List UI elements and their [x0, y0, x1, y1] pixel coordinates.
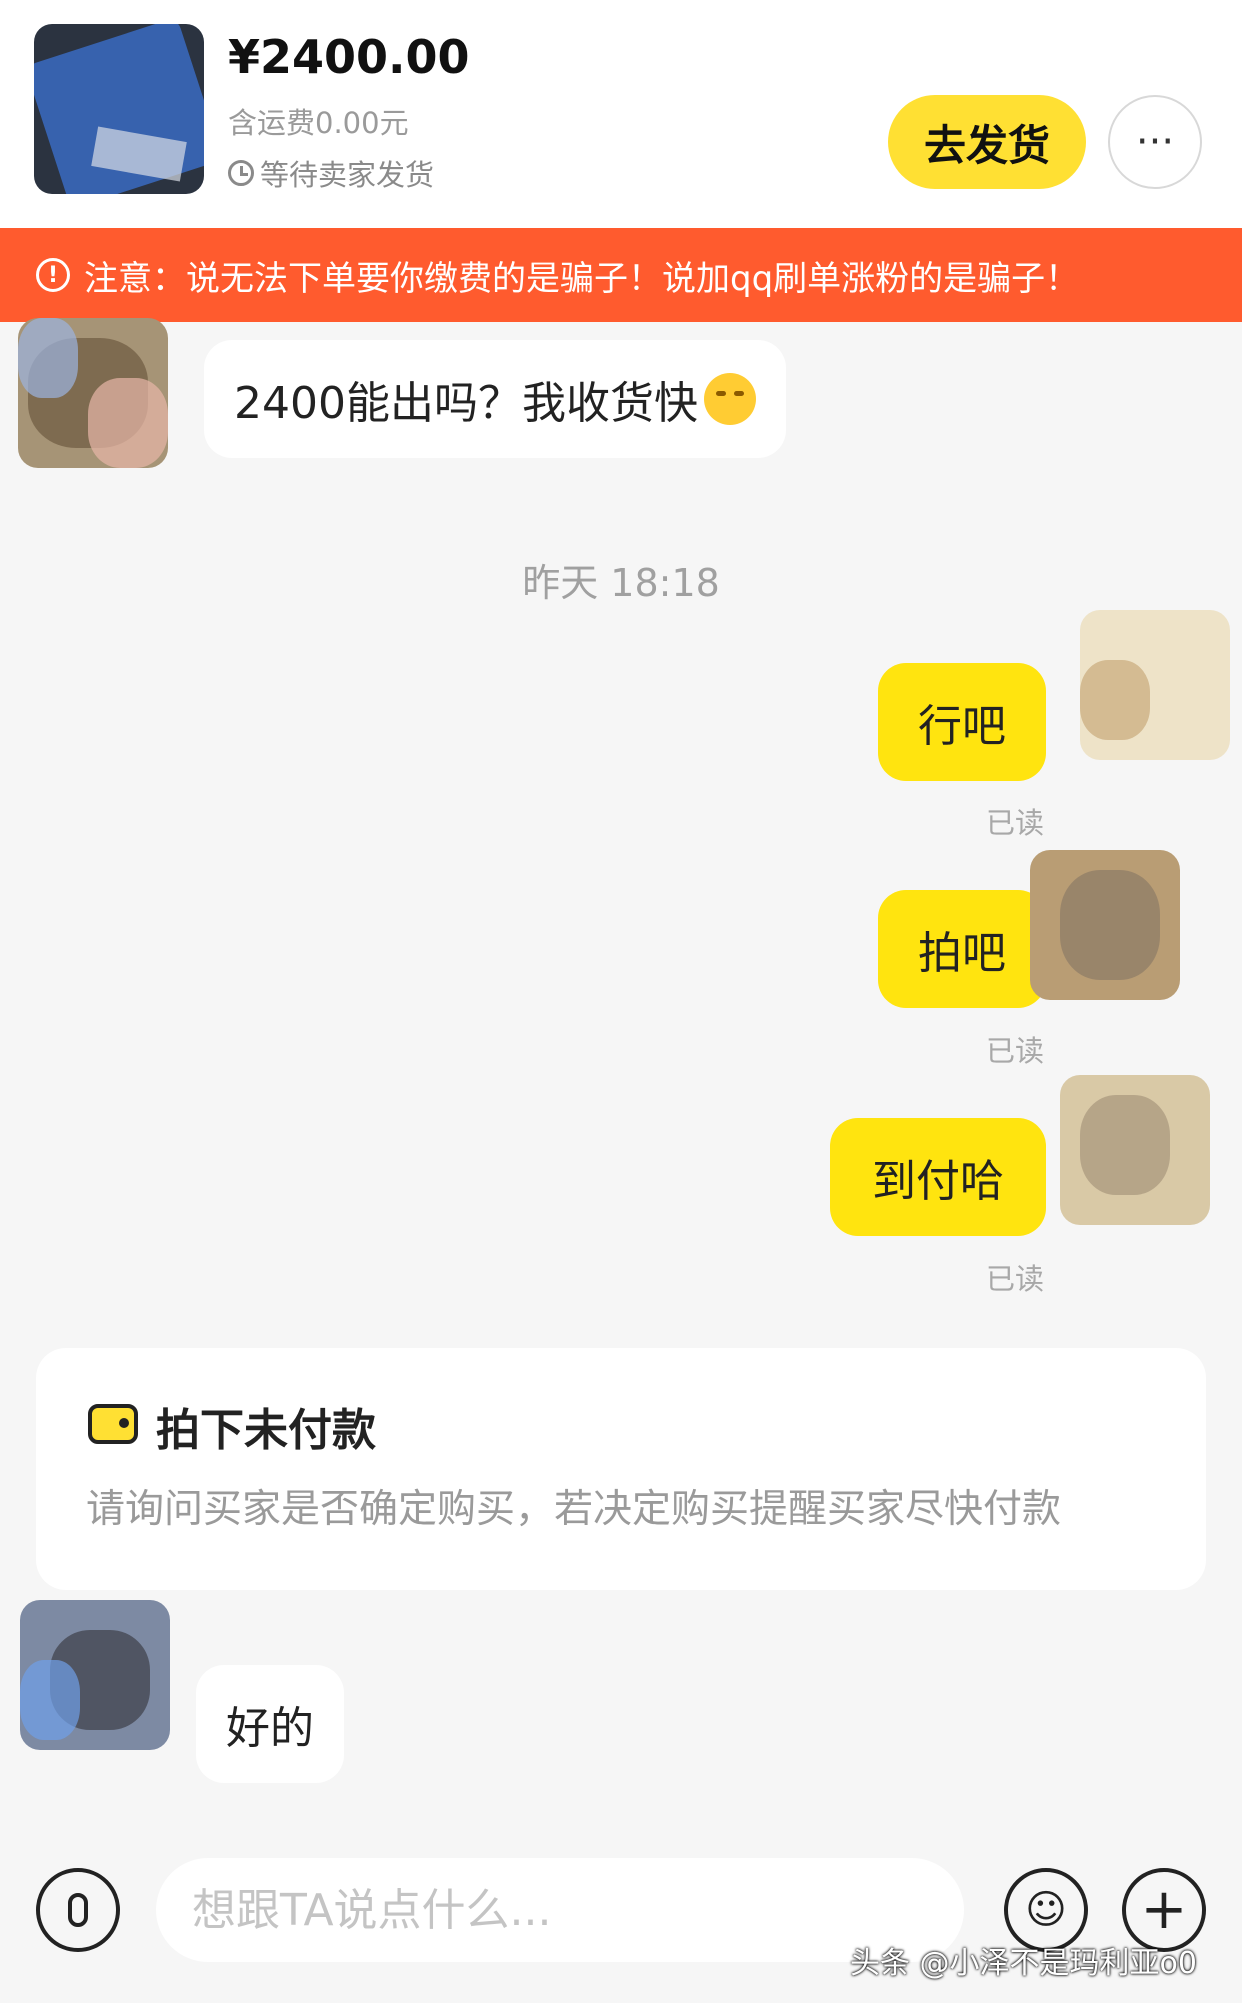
message-bubble-seller[interactable]: 拍吧: [878, 890, 1046, 1008]
more-icon: ···: [1135, 119, 1175, 165]
microphone-icon: [68, 1893, 88, 1927]
smiley-icon: ☺: [1025, 1887, 1067, 1933]
plus-icon: +: [1140, 1877, 1188, 1942]
message-text: 2400能出吗？我收货快: [234, 378, 698, 429]
message-text: 行吧: [918, 701, 1006, 752]
message-text: 拍吧: [918, 928, 1006, 979]
card-description: 请询问买家是否确定购买，若决定购买提醒买家尽快付款: [86, 1487, 1062, 1532]
shipping-note: 含运费0.00元: [228, 106, 409, 140]
message-bubble-buyer[interactable]: 好的: [196, 1665, 344, 1783]
seller-avatar[interactable]: [1030, 850, 1180, 1000]
message-text: 到付哈: [872, 1156, 1004, 1207]
product-thumbnail[interactable]: [34, 24, 204, 194]
unpaid-order-card: 拍下未付款 请询问买家是否确定购买，若决定购买提醒买家尽快付款: [36, 1348, 1206, 1590]
seller-avatar[interactable]: [1080, 610, 1230, 760]
message-text: 好的: [226, 1703, 314, 1754]
more-button[interactable]: ···: [1108, 95, 1202, 189]
order-status-text: 等待卖家发货: [260, 158, 435, 192]
voice-button[interactable]: [36, 1868, 120, 1952]
seller-avatar[interactable]: [1060, 1075, 1210, 1225]
order-price: ¥2400.00: [228, 30, 470, 84]
wallet-icon: [88, 1404, 138, 1444]
read-receipt: 已读: [986, 1262, 1045, 1296]
read-receipt: 已读: [986, 1034, 1045, 1068]
watermark: 头条 @小泽不是玛利亚o0: [850, 1946, 1197, 1981]
message-bubble-seller[interactable]: 行吧: [878, 663, 1046, 781]
warning-text: 注意：说无法下单要你缴费的是骗子！说加qq刷单涨粉的是骗子！: [84, 258, 1080, 299]
order-status: 等待卖家发货: [228, 152, 434, 194]
ship-button[interactable]: 去发货: [888, 95, 1086, 189]
buyer-avatar[interactable]: [18, 318, 168, 468]
buyer-avatar[interactable]: [20, 1600, 170, 1750]
card-title: 拍下未付款: [156, 1405, 376, 1456]
message-bubble-seller[interactable]: 到付哈: [830, 1118, 1046, 1236]
warning-icon: !: [36, 258, 70, 292]
read-receipt: 已读: [986, 806, 1045, 840]
message-bubble-buyer[interactable]: 2400能出吗？我收货快: [204, 340, 786, 458]
clock-icon: [228, 160, 254, 186]
emoji-icon: [703, 373, 756, 425]
scam-warning-banner: ! 注意：说无法下单要你缴费的是骗子！说加qq刷单涨粉的是骗子！: [0, 228, 1242, 322]
message-input[interactable]: [156, 1858, 964, 1962]
chat-timestamp: 昨天 18:18: [522, 561, 720, 605]
